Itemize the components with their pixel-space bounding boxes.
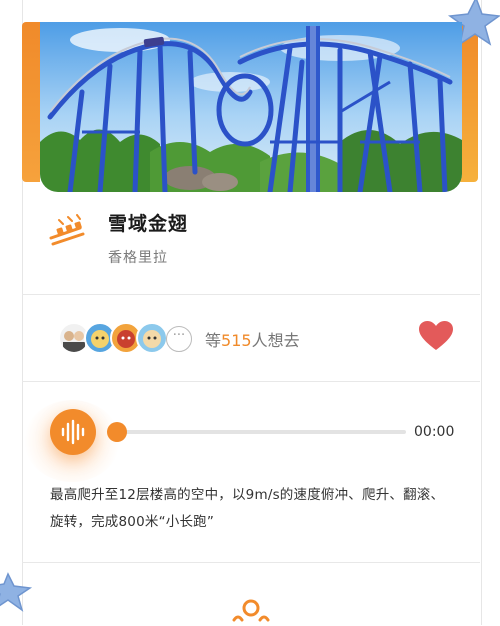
attraction-photo	[40, 22, 462, 192]
divider	[22, 562, 480, 563]
avatar	[136, 322, 168, 354]
want-count: 515	[221, 331, 252, 350]
audio-play-button[interactable]	[50, 409, 96, 455]
attraction-title: 雪域金翅	[108, 213, 189, 235]
audio-time: 00:00	[414, 424, 455, 440]
card-accent-left	[22, 22, 40, 182]
next-section-icon	[232, 599, 270, 622]
divider	[22, 294, 480, 295]
audio-progress-bar[interactable]	[112, 430, 406, 434]
sound-wave-icon	[61, 419, 85, 445]
want-to-go-text: 等515人想去	[205, 331, 300, 350]
divider	[22, 381, 480, 382]
attraction-description: 最高爬升至12层楼高的空中，以9m/s的速度俯冲、爬升、翻滚、旋转，完成800米…	[50, 487, 445, 530]
star-decoration-icon	[0, 572, 33, 612]
roller-coaster-icon	[49, 214, 85, 246]
ellipsis-icon[interactable]: ···	[166, 326, 192, 352]
attraction-area: 香格里拉	[108, 250, 168, 266]
audio-progress-handle[interactable]	[107, 422, 127, 442]
favorite-heart-icon[interactable]	[418, 320, 454, 352]
